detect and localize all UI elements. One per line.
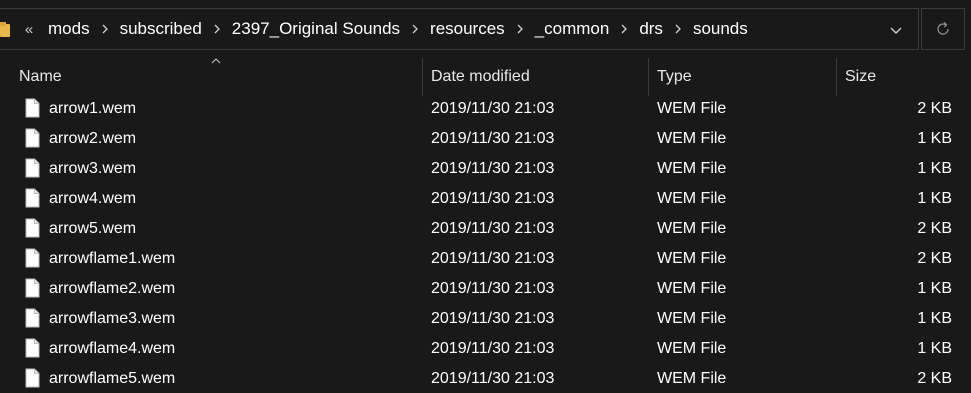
- column-divider[interactable]: [648, 58, 649, 96]
- chevron-right-icon[interactable]: [98, 9, 112, 49]
- file-date-modified: 2019/11/30 21:03: [431, 250, 555, 267]
- file-type: WEM File: [657, 370, 727, 387]
- file-row[interactable]: arrow3.wem 2019/11/30 21:03 WEM File 1 K…: [0, 154, 971, 184]
- file-type: WEM File: [657, 250, 727, 267]
- file-name[interactable]: arrow3.wem: [49, 154, 136, 184]
- file-name[interactable]: arrowflame5.wem: [49, 364, 175, 393]
- file-size: 1 KB: [917, 190, 952, 207]
- breadcrumb-item-subscribed[interactable]: subscribed: [112, 19, 210, 39]
- chevron-right-icon[interactable]: [408, 9, 422, 49]
- breadcrumb-overflow-button[interactable]: «: [18, 21, 40, 38]
- file-type: WEM File: [657, 310, 727, 327]
- column-header-size[interactable]: Size: [845, 58, 971, 96]
- address-bar-row: « mods subscribed 2397_Original Sounds r…: [0, 0, 971, 58]
- file-name[interactable]: arrowflame3.wem: [49, 304, 175, 334]
- address-bar[interactable]: « mods subscribed 2397_Original Sounds r…: [0, 8, 919, 50]
- breadcrumb-item-original-sounds[interactable]: 2397_Original Sounds: [224, 19, 408, 39]
- column-divider[interactable]: [422, 58, 423, 96]
- file-row[interactable]: arrowflame3.wem 2019/11/30 21:03 WEM Fil…: [0, 304, 971, 334]
- file-name[interactable]: arrow2.wem: [49, 124, 136, 154]
- file-size: 2 KB: [917, 220, 952, 237]
- column-header-type[interactable]: Type: [657, 58, 835, 96]
- file-icon: [25, 338, 40, 358]
- file-type: WEM File: [657, 190, 727, 207]
- file-icon: [25, 98, 40, 118]
- chevron-right-icon[interactable]: [210, 9, 224, 49]
- file-type: WEM File: [657, 340, 727, 357]
- file-date-modified: 2019/11/30 21:03: [431, 160, 555, 177]
- address-history-dropdown-button[interactable]: [878, 17, 914, 43]
- file-name[interactable]: arrowflame4.wem: [49, 334, 175, 364]
- file-date-modified: 2019/11/30 21:03: [431, 340, 555, 357]
- file-icon: [25, 308, 40, 328]
- file-name[interactable]: arrowflame1.wem: [49, 244, 175, 274]
- file-icon: [25, 368, 40, 388]
- chevron-right-icon[interactable]: [617, 9, 631, 49]
- sort-ascending-icon: [211, 58, 221, 64]
- breadcrumb-item-common[interactable]: _common: [527, 19, 618, 39]
- file-row[interactable]: arrowflame2.wem 2019/11/30 21:03 WEM Fil…: [0, 274, 971, 304]
- chevron-right-icon[interactable]: [671, 9, 685, 49]
- file-size: 1 KB: [917, 310, 952, 327]
- file-icon: [25, 248, 40, 268]
- file-type: WEM File: [657, 220, 727, 237]
- file-list: arrow1.wem 2019/11/30 21:03 WEM File 2 K…: [0, 94, 971, 393]
- file-row[interactable]: arrow4.wem 2019/11/30 21:03 WEM File 1 K…: [0, 184, 971, 214]
- file-icon: [25, 128, 40, 148]
- file-type: WEM File: [657, 160, 727, 177]
- column-header-date-modified[interactable]: Date modified: [431, 58, 648, 96]
- file-size: 2 KB: [917, 100, 952, 117]
- refresh-icon: [937, 22, 949, 35]
- file-icon: [25, 188, 40, 208]
- file-row[interactable]: arrowflame1.wem 2019/11/30 21:03 WEM Fil…: [0, 244, 971, 274]
- column-header-row: Name Date modified Type Size: [0, 58, 971, 96]
- file-name[interactable]: arrow4.wem: [49, 184, 136, 214]
- chevron-right-icon[interactable]: [513, 9, 527, 49]
- file-date-modified: 2019/11/30 21:03: [431, 370, 555, 387]
- file-type: WEM File: [657, 130, 727, 147]
- file-icon: [25, 278, 40, 298]
- file-size: 1 KB: [917, 340, 952, 357]
- folder-icon: [0, 22, 10, 37]
- file-size: 1 KB: [917, 130, 952, 147]
- file-name[interactable]: arrow5.wem: [49, 214, 136, 244]
- file-name[interactable]: arrowflame2.wem: [49, 274, 175, 304]
- file-date-modified: 2019/11/30 21:03: [431, 100, 555, 117]
- file-date-modified: 2019/11/30 21:03: [431, 220, 555, 237]
- breadcrumb-item-mods[interactable]: mods: [40, 19, 98, 39]
- file-row[interactable]: arrow1.wem 2019/11/30 21:03 WEM File 2 K…: [0, 94, 971, 124]
- file-explorer-window: « mods subscribed 2397_Original Sounds r…: [0, 0, 971, 393]
- file-date-modified: 2019/11/30 21:03: [431, 130, 555, 147]
- file-name[interactable]: arrow1.wem: [49, 94, 136, 124]
- file-row[interactable]: arrow5.wem 2019/11/30 21:03 WEM File 2 K…: [0, 214, 971, 244]
- file-type: WEM File: [657, 280, 727, 297]
- file-date-modified: 2019/11/30 21:03: [431, 280, 555, 297]
- file-size: 2 KB: [917, 370, 952, 387]
- breadcrumb: « mods subscribed 2397_Original Sounds r…: [18, 9, 756, 49]
- file-icon: [25, 218, 40, 238]
- file-size: 1 KB: [917, 280, 952, 297]
- file-row[interactable]: arrowflame4.wem 2019/11/30 21:03 WEM Fil…: [0, 334, 971, 364]
- file-size: 1 KB: [917, 160, 952, 177]
- breadcrumb-item-resources[interactable]: resources: [422, 19, 513, 39]
- breadcrumb-item-drs[interactable]: drs: [631, 19, 671, 39]
- refresh-button[interactable]: [921, 8, 965, 50]
- file-date-modified: 2019/11/30 21:03: [431, 190, 555, 207]
- file-type: WEM File: [657, 100, 727, 117]
- breadcrumb-item-sounds[interactable]: sounds: [685, 19, 756, 39]
- column-divider[interactable]: [836, 58, 837, 96]
- file-size: 2 KB: [917, 250, 952, 267]
- file-row[interactable]: arrowflame5.wem 2019/11/30 21:03 WEM Fil…: [0, 364, 971, 393]
- file-date-modified: 2019/11/30 21:03: [431, 310, 555, 327]
- file-row[interactable]: arrow2.wem 2019/11/30 21:03 WEM File 1 K…: [0, 124, 971, 154]
- file-icon: [25, 158, 40, 178]
- chevron-down-icon: [890, 27, 902, 34]
